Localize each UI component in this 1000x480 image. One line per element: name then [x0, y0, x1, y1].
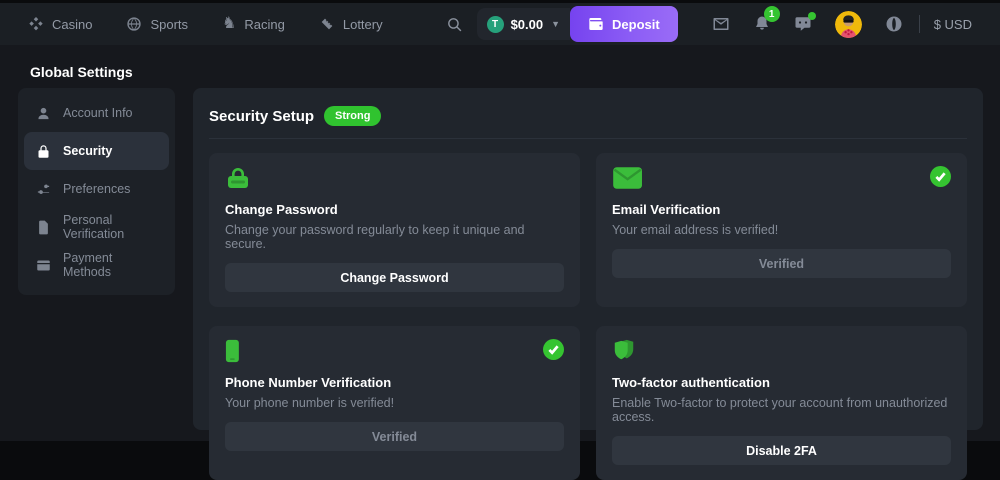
verified-check-icon: [930, 166, 951, 187]
user-avatar[interactable]: [835, 11, 862, 38]
id-document-icon: [36, 220, 51, 235]
top-navigation-bar: Casino Sports ♞ Racing Lottery T $0.00 ▼…: [0, 3, 1000, 45]
horse-icon: ♞: [222, 16, 236, 32]
ticket-icon: [319, 16, 335, 32]
tether-coin-icon: T: [487, 16, 504, 33]
nav-label: Casino: [52, 17, 92, 32]
card-description: Enable Two-factor to protect your accoun…: [612, 396, 951, 424]
currency-selector[interactable]: $ USD: [934, 17, 972, 32]
disable-2fa-button[interactable]: Disable 2FA: [612, 436, 951, 465]
globe-icon: [885, 15, 903, 33]
nav-label: Sports: [150, 17, 188, 32]
security-cards-grid: Change Password Change your password reg…: [209, 153, 967, 480]
language-button[interactable]: [885, 15, 903, 33]
wallet-icon: [588, 17, 604, 31]
phone-verified-button[interactable]: Verified: [225, 422, 564, 451]
nav-item-sports[interactable]: Sports: [126, 16, 188, 32]
sidebar-item-label: Security: [63, 144, 112, 158]
sidebar-item-label: Payment Methods: [63, 251, 157, 279]
email-verification-card: Email Verification Your email address is…: [596, 153, 967, 307]
sidebar-item-personal-verification[interactable]: Personal Verification: [24, 208, 169, 246]
notifications-button[interactable]: 1: [753, 15, 771, 33]
settings-sidebar: Account Info Security Preferences Person…: [18, 88, 175, 295]
smartphone-icon: [225, 339, 240, 368]
wallet-balance-dropdown[interactable]: T $0.00 ▼: [477, 8, 570, 40]
chat-status-dot: [808, 12, 816, 20]
sidebar-item-label: Account Info: [63, 106, 133, 120]
padlock-icon: [225, 166, 251, 195]
sidebar-item-security[interactable]: Security: [24, 132, 169, 170]
basketball-icon: [126, 16, 142, 32]
deposit-button[interactable]: Deposit: [570, 6, 678, 42]
nav-item-lottery[interactable]: Lottery: [319, 16, 383, 32]
nav-label: Racing: [244, 17, 284, 32]
sliders-icon: [36, 182, 51, 197]
nav-label: Lottery: [343, 17, 383, 32]
mail-icon: [712, 15, 730, 33]
card-title: Two-factor authentication: [612, 375, 951, 390]
security-strength-badge: Strong: [324, 106, 381, 126]
sidebar-item-preferences[interactable]: Preferences: [24, 170, 169, 208]
inbox-button[interactable]: [712, 15, 730, 33]
panel-header: Security Setup Strong: [209, 104, 967, 139]
double-shield-icon: [612, 339, 638, 368]
security-settings-panel: Security Setup Strong Change Password Ch…: [193, 88, 983, 430]
panel-title: Security Setup: [209, 108, 314, 125]
phone-verification-card: Phone Number Verification Your phone num…: [209, 326, 580, 480]
page-title: Global Settings: [30, 64, 133, 80]
card-title: Phone Number Verification: [225, 375, 564, 390]
change-password-button[interactable]: Change Password: [225, 263, 564, 292]
sidebar-item-label: Preferences: [63, 182, 130, 196]
casino-icon: [28, 16, 44, 32]
chat-button[interactable]: [794, 15, 812, 33]
topbar-right: T $0.00 ▼ Deposit 1: [446, 6, 972, 42]
sidebar-item-label: Personal Verification: [63, 213, 157, 241]
sidebar-item-payment-methods[interactable]: Payment Methods: [24, 246, 169, 284]
avatar-image: [835, 11, 862, 38]
nav-item-casino[interactable]: Casino: [28, 16, 92, 32]
divider: [919, 15, 920, 33]
chevron-down-icon: ▼: [551, 19, 560, 29]
lock-icon: [36, 144, 51, 159]
credit-card-icon: [36, 258, 51, 273]
card-title: Email Verification: [612, 202, 951, 217]
card-title: Change Password: [225, 202, 564, 217]
deposit-label: Deposit: [612, 17, 660, 32]
change-password-card: Change Password Change your password reg…: [209, 153, 580, 307]
balance-amount: $0.00: [511, 17, 544, 32]
email-verified-button[interactable]: Verified: [612, 249, 951, 278]
topbar-icon-group: 1: [712, 11, 903, 38]
nav-item-racing[interactable]: ♞ Racing: [222, 16, 285, 32]
two-factor-card: Two-factor authentication Enable Two-fac…: [596, 326, 967, 480]
search-icon: [446, 16, 463, 33]
search-button[interactable]: [446, 16, 463, 33]
card-description: Your email address is verified!: [612, 223, 951, 237]
envelope-icon: [612, 166, 643, 195]
verified-check-icon: [543, 339, 564, 360]
card-description: Change your password regularly to keep i…: [225, 223, 564, 251]
user-icon: [36, 106, 51, 121]
sidebar-item-account-info[interactable]: Account Info: [24, 94, 169, 132]
card-description: Your phone number is verified!: [225, 396, 564, 410]
primary-nav: Casino Sports ♞ Racing Lottery: [28, 16, 383, 32]
notification-count-badge: 1: [764, 6, 780, 22]
